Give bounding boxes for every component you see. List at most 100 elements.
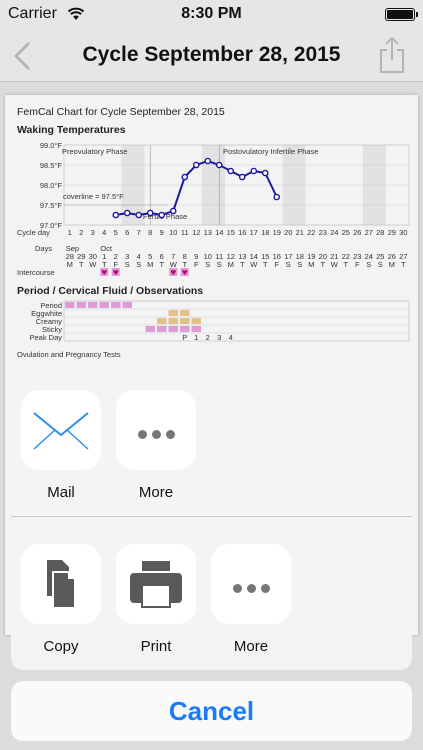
weekday-letter: S (366, 260, 371, 269)
copy-icon (21, 544, 101, 624)
cycle-day-number: 25 (342, 228, 350, 237)
temperature-point (123, 209, 131, 217)
temperature-point (135, 211, 143, 219)
temperature-point (158, 211, 166, 219)
temp-section-title: Waking Temperatures (17, 124, 126, 136)
weekday-letter: T (240, 260, 245, 269)
weekday-letter: M (228, 260, 234, 269)
cycle-day-number: 12 (192, 228, 200, 237)
weekday-letter: S (205, 260, 210, 269)
weekday-letter: F (113, 260, 118, 269)
fluid-mark (191, 326, 201, 332)
weekday-letter: M (389, 260, 395, 269)
peak-day-mark: 1 (194, 333, 198, 342)
weekday-letter: F (194, 260, 199, 269)
cycle-day-number: 15 (227, 228, 235, 237)
period-mark (76, 302, 86, 308)
fluid-mark (157, 326, 167, 332)
weekday-letter: T (263, 260, 268, 269)
temp-axis-tick: 97.0°F (40, 221, 63, 230)
temperature-point (112, 211, 120, 219)
temp-axis-tick: 97.5°F (40, 201, 63, 210)
peak-day-mark: 2 (206, 333, 210, 342)
cycle-day-number: 9 (160, 228, 164, 237)
cycle-day-number: 3 (91, 228, 95, 237)
ovulation-label: Ovulation and Pregnancy Tests (17, 350, 121, 359)
share-targets-row: Mail More (11, 364, 412, 516)
weekday-letter: T (320, 260, 325, 269)
fluid-mark (180, 310, 190, 316)
weekday-letter: S (297, 260, 302, 269)
coverline-label: coverline = 97.5°F (63, 192, 124, 201)
fluid-mark (168, 326, 178, 332)
temperature-point (146, 209, 154, 217)
temp-axis-tick: 98.0°F (40, 181, 63, 190)
temperature-point (169, 207, 177, 215)
weekday-letter: T (343, 260, 348, 269)
fluid-row-label: Peak Day (29, 333, 62, 342)
peak-day-mark: P (182, 333, 187, 342)
battery-icon (385, 8, 418, 21)
weekday-letter: W (250, 260, 258, 269)
peak-day-mark: 3 (217, 333, 221, 342)
cycle-day-number: 5 (114, 228, 118, 237)
cycle-day-number: 18 (261, 228, 269, 237)
temperature-point (181, 173, 189, 181)
weekday-letter: M (308, 260, 314, 269)
cycle-day-number: 20 (284, 228, 292, 237)
heart-icon: ♥ (101, 269, 107, 277)
cycle-day-number: 1 (68, 228, 72, 237)
status-bar: Carrier 8:30 PM (0, 0, 423, 30)
cycle-day-number: 22 (307, 228, 315, 237)
period-mark (99, 302, 109, 308)
print-action[interactable]: Print (116, 544, 196, 655)
heart-icon: ♥ (113, 269, 119, 277)
peak-day-mark: 4 (229, 333, 233, 342)
cancel-button[interactable]: Cancel (11, 681, 412, 741)
weekday-letter: W (89, 260, 97, 269)
more-share-action[interactable]: More (116, 390, 196, 501)
clock: 8:30 PM (181, 5, 242, 22)
copy-action[interactable]: Copy (21, 544, 101, 655)
intercourse-label: Intercourse (17, 268, 55, 277)
temperature-point (273, 193, 281, 201)
page-title: Cycle September 28, 2015 (82, 43, 341, 66)
mail-action[interactable]: Mail (21, 390, 101, 501)
cycle-day-number: 13 (204, 228, 212, 237)
print-icon (116, 544, 196, 624)
cycle-day-number: 8 (148, 228, 152, 237)
weekday-letter: T (401, 260, 406, 269)
fluid-mark (191, 318, 201, 324)
cycle-day-number: 11 (181, 228, 189, 237)
weekday-letter: T (79, 260, 84, 269)
temperature-point (215, 161, 223, 169)
cycle-day-number: 28 (376, 228, 384, 237)
period-mark (122, 302, 132, 308)
cycle-day-number: 6 (125, 228, 129, 237)
cycle-day-number: 27 (365, 228, 373, 237)
share-icon[interactable] (377, 36, 407, 74)
cycle-day-number: 4 (102, 228, 106, 237)
cycle-day-number: 10 (169, 228, 177, 237)
cycle-day-number: 7 (137, 228, 141, 237)
weekday-letter: T (182, 260, 187, 269)
weekday-letter: W (170, 260, 178, 269)
cycle-day-number: 29 (388, 228, 396, 237)
share-action-sheet: Mail More Copy Print More (11, 364, 412, 670)
more-actions-action[interactable]: More (211, 544, 291, 655)
fluid-mark (168, 310, 178, 316)
copy-label: Copy (43, 638, 79, 655)
chart-heading: FemCal Chart for Cycle September 28, 201… (17, 106, 225, 118)
weekday-letter: T (102, 260, 107, 269)
cycle-day-number: 17 (250, 228, 258, 237)
fluid-mark (145, 326, 155, 332)
weekday-letter: W (331, 260, 339, 269)
navigation-bar: Cycle September 28, 2015 (0, 30, 423, 82)
cycle-day-number: 14 (215, 228, 223, 237)
actions-row: Copy Print More (11, 517, 412, 670)
fluid-section-title: Period / Cervical Fluid / Observations (17, 285, 203, 297)
cycle-day-number: 23 (319, 228, 327, 237)
cycle-day-number: 26 (353, 228, 361, 237)
cycle-day-number: 24 (330, 228, 338, 237)
weekday-letter: T (159, 260, 164, 269)
